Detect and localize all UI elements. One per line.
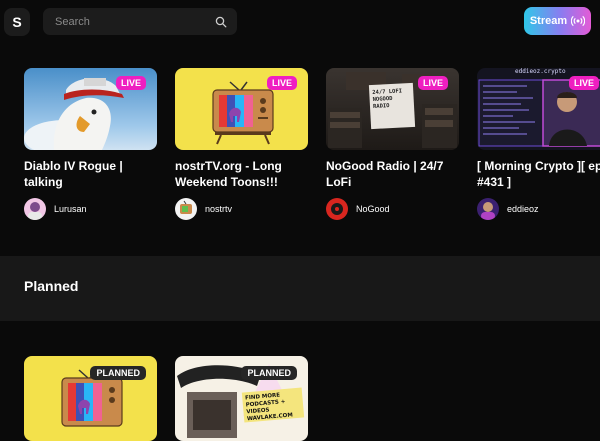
wavlake-promo-text: FIND MORE PODCASTS + VIDEOS WAVLAKE.COM [245, 391, 303, 424]
stream-card[interactable]: LIVE nostrTV.org - Long Weekend Toons!!!… [175, 68, 308, 220]
planned-badge: PLANNED [90, 366, 146, 380]
planned-card[interactable]: FIND MORE PODCASTS + VIDEOS WAVLAKE.COM … [175, 356, 308, 441]
stream-card[interactable]: 24/7 LOFI NOGOOD RADIO LIVE NoGood Radio… [326, 68, 459, 220]
stream-card[interactable]: eddieoz.crypto LIVE [ Morning Crypto ][ … [477, 68, 600, 220]
live-badge: LIVE [266, 76, 297, 90]
avatar[interactable] [175, 198, 197, 220]
streamer-info[interactable]: Lurusan [24, 198, 157, 220]
stream-thumbnail[interactable]: 24/7 LOFI NOGOOD RADIO LIVE [326, 68, 459, 150]
stream-button[interactable]: Stream [524, 7, 591, 35]
stream-thumbnail[interactable]: eddieoz.crypto LIVE [477, 68, 600, 150]
streamer-info[interactable]: eddieoz [477, 198, 600, 220]
planned-thumbnail[interactable]: PLANNED [24, 356, 157, 441]
live-badge: LIVE [417, 76, 448, 90]
stream-title[interactable]: Diablo IV Rogue | talking [24, 158, 157, 190]
stream-title[interactable]: nostrTV.org - Long Weekend Toons!!! [175, 158, 308, 190]
app-logo[interactable]: S [4, 8, 30, 36]
avatar[interactable] [326, 198, 348, 220]
streamer-name[interactable]: eddieoz [507, 204, 539, 214]
stream-thumbnail[interactable]: LIVE [175, 68, 308, 150]
planned-badge: PLANNED [241, 366, 297, 380]
streamer-name[interactable]: NoGood [356, 204, 390, 214]
nogood-radio-poster: 24/7 LOFI NOGOOD RADIO [368, 82, 416, 130]
stream-thumbnail[interactable]: LIVE [24, 68, 157, 150]
live-badge: LIVE [568, 76, 599, 90]
streamer-info[interactable]: nostrtv [175, 198, 308, 220]
stream-card[interactable]: LIVE Diablo IV Rogue | talking Lurusan [24, 68, 157, 220]
stream-title[interactable]: [ Morning Crypto ][ ep #431 ] [477, 158, 600, 190]
avatar[interactable] [24, 198, 46, 220]
planned-card[interactable]: PLANNED [24, 356, 157, 441]
streamer-name[interactable]: nostrtv [205, 204, 232, 214]
live-badge: LIVE [115, 76, 146, 90]
poster-line: RADIO [372, 103, 390, 110]
search-icon[interactable] [215, 16, 227, 28]
planned-section-header: Planned [0, 256, 600, 321]
section-title: Planned [24, 278, 79, 294]
search-bar[interactable] [43, 8, 237, 35]
stream-title[interactable]: NoGood Radio | 24/7 LoFi [326, 158, 459, 190]
avatar[interactable] [477, 198, 499, 220]
search-input[interactable] [53, 14, 215, 29]
stream-button-label: Stream [529, 15, 568, 27]
logo-letter: S [12, 14, 22, 30]
broadcast-icon [571, 15, 586, 27]
planned-thumbnail[interactable]: FIND MORE PODCASTS + VIDEOS WAVLAKE.COM … [175, 356, 308, 441]
streamer-info[interactable]: NoGood [326, 198, 459, 220]
streamer-name[interactable]: Lurusan [54, 204, 87, 214]
overlay-header: eddieoz.crypto [515, 68, 566, 75]
